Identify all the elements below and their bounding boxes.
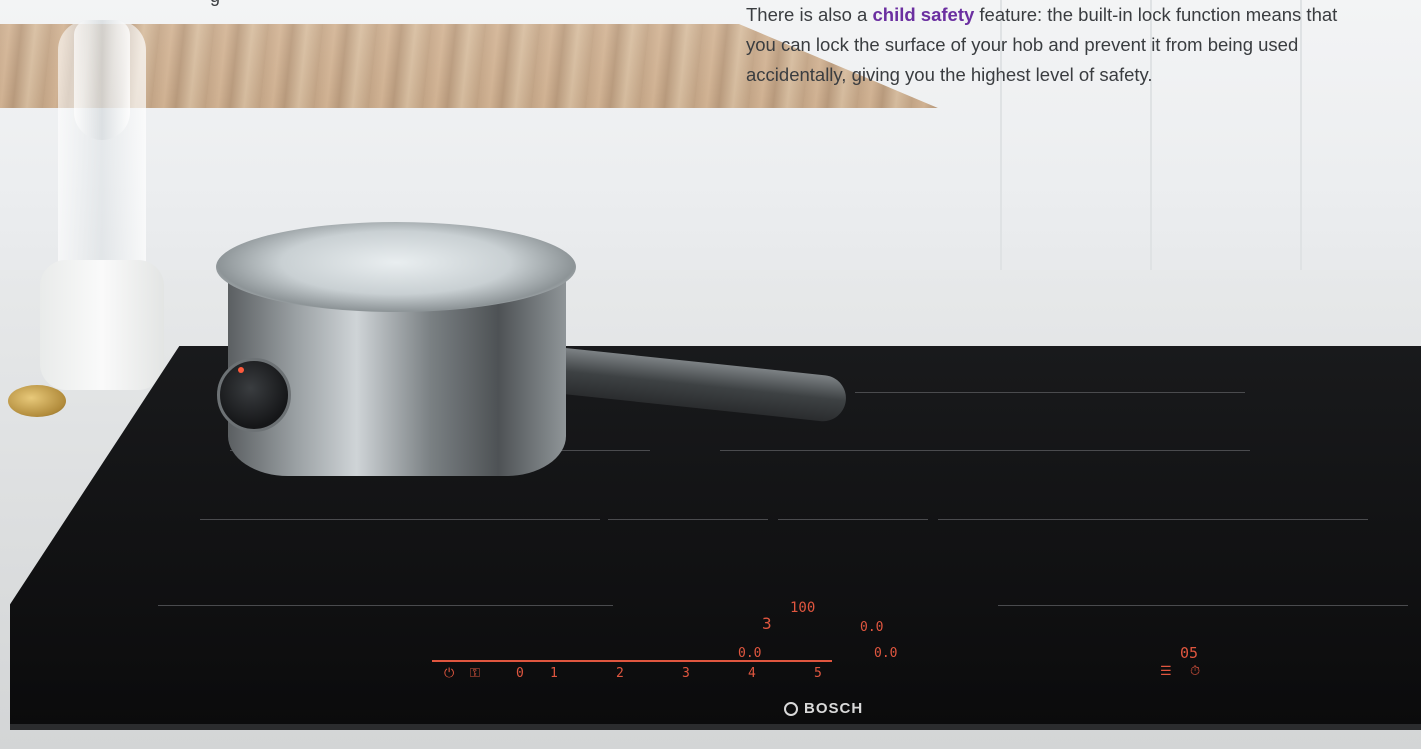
child-lock-icon[interactable]: ⚿ bbox=[470, 666, 480, 681]
readout-1: 0.0 bbox=[860, 620, 884, 635]
saucepan-rim bbox=[216, 222, 576, 312]
power-slider[interactable] bbox=[432, 660, 832, 662]
zone-divider bbox=[938, 519, 1368, 520]
scale-0: 0 bbox=[516, 666, 524, 681]
child-safety-highlight: child safety bbox=[872, 4, 975, 25]
cut-text-fragment: g bbox=[210, 0, 220, 7]
timer-readout: 05 bbox=[1180, 644, 1199, 662]
zone-divider bbox=[608, 519, 768, 520]
settings-icon[interactable]: ☰ bbox=[1160, 664, 1172, 679]
knob-indicator bbox=[238, 367, 244, 373]
zone-divider bbox=[855, 392, 1245, 393]
zone-divider bbox=[200, 519, 600, 520]
bosch-logo-icon bbox=[784, 702, 798, 716]
milk-bottle bbox=[40, 20, 164, 390]
readout-3: 0.0 bbox=[874, 646, 898, 661]
control-knob[interactable] bbox=[217, 358, 291, 432]
top-readout: 100 bbox=[790, 600, 816, 616]
power-icon[interactable]: ⏻ bbox=[444, 666, 454, 681]
scale-3: 3 bbox=[682, 666, 690, 681]
hob-edge bbox=[10, 724, 1421, 730]
readout-2: 0.0 bbox=[738, 646, 762, 661]
zone-divider bbox=[158, 605, 613, 606]
feature-description: There is also a child safety feature: th… bbox=[746, 4, 1338, 85]
zone-divider bbox=[778, 519, 928, 520]
scale-5: 5 bbox=[814, 666, 822, 681]
brand-name: BOSCH bbox=[804, 700, 864, 717]
scale-1: 1 bbox=[550, 666, 558, 681]
scale-2: 2 bbox=[616, 666, 624, 681]
level-readout: 3 bbox=[762, 614, 772, 633]
zone-divider bbox=[720, 450, 1250, 451]
brand-logo: BOSCH bbox=[784, 700, 863, 717]
timer-icon[interactable]: ⏱ bbox=[1190, 664, 1200, 679]
scale-4: 4 bbox=[748, 666, 756, 681]
jar-lid bbox=[8, 385, 66, 417]
zone-divider bbox=[998, 605, 1408, 606]
